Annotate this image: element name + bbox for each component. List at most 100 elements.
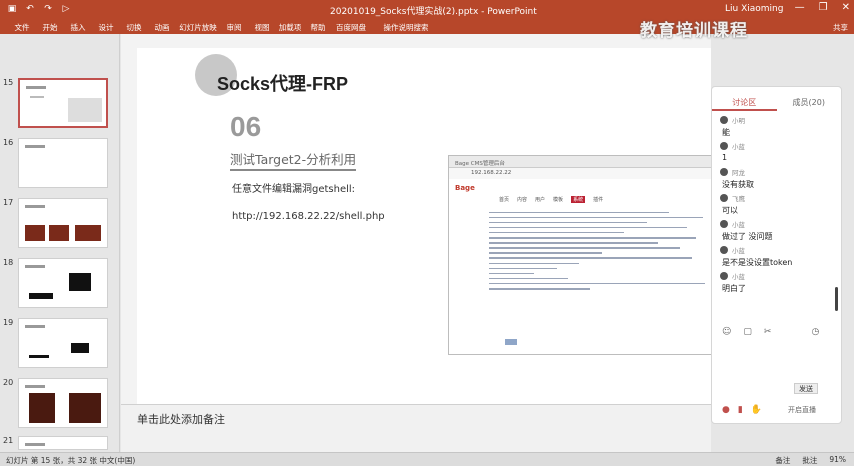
chat-message: 小蓝 做过了 没问题 [720, 219, 830, 245]
undo-icon[interactable]: ↶ [24, 4, 36, 15]
tab-view[interactable]: 视图 [248, 22, 276, 33]
slide-thumbnail[interactable] [18, 198, 108, 248]
hand-icon[interactable]: ✋ [751, 405, 762, 415]
notes-toggle[interactable]: 备注 [775, 455, 790, 466]
tab-home[interactable]: 开始 [36, 22, 64, 33]
avatar [720, 168, 728, 176]
screenshot-nav-item: 首页 [499, 197, 510, 203]
present-icon[interactable]: ▷ [60, 4, 72, 15]
avatar [720, 220, 728, 228]
thumb-number: 21 [3, 436, 14, 445]
screenshot-code-editor [489, 208, 714, 326]
slide-thumbnail[interactable] [18, 378, 108, 428]
tab-animations[interactable]: 动画 [148, 22, 176, 33]
chat-message: 小蓝 1 [720, 141, 830, 167]
save-icon[interactable]: ▣ [6, 4, 18, 15]
comments-toggle[interactable]: 批注 [802, 455, 817, 466]
avatar [720, 272, 728, 280]
current-slide[interactable]: Socks代理-FRP 06 测试Target2-分析利用 任意文件编辑漏洞ge… [137, 48, 718, 404]
thumb-number: 19 [3, 318, 14, 327]
thumb-number: 15 [3, 78, 14, 87]
message-list: 小明 能 小蓝 1 阿龙 没有获取 飞鹰 可以 小蓝 做过了 没问题 小蓝 是不… [720, 115, 830, 297]
tab-discussion[interactable]: 讨论区 [712, 87, 777, 111]
chat-message: 小明 能 [720, 115, 830, 141]
chat-toolbar: ☺ ▢ ✂ ◷ [722, 327, 819, 337]
embedded-screenshot[interactable]: Bage CMS管理后台 192.168.22.22 Bage 首页 内容 用户… [448, 155, 718, 355]
message-author: 小蓝 [732, 143, 745, 151]
screenshot-logo: Bage [455, 184, 475, 192]
tab-transitions[interactable]: 切换 [120, 22, 148, 33]
microphone-icon[interactable]: ● [722, 405, 730, 415]
screenshot-nav-item-active: 系统 [571, 196, 586, 203]
thumb-number: 18 [3, 258, 14, 267]
screenshot-nav-item: 用户 [535, 197, 546, 203]
tab-review[interactable]: 审阅 [220, 22, 248, 33]
tab-slideshow[interactable]: 幻灯片放映 [176, 22, 220, 33]
scissors-icon[interactable]: ✂ [764, 327, 772, 337]
message-author: 阿龙 [732, 169, 745, 177]
message-author: 小蓝 [732, 247, 745, 255]
restore-icon[interactable]: ❐ [819, 2, 828, 13]
status-bar: 幻灯片 第 15 张，共 32 张 中文(中国) 备注 批注 91% [0, 452, 854, 466]
send-button[interactable]: 发送 [794, 383, 818, 394]
image-icon[interactable]: ▢ [743, 327, 752, 337]
tab-baidu[interactable]: 百度网盘 [332, 22, 370, 33]
body-text-url[interactable]: http://192.168.22.22/shell.php [232, 211, 385, 222]
slide-title[interactable]: Socks代理-FRP [217, 70, 348, 96]
slide-position-status: 幻灯片 第 15 张，共 32 张 中文(中国) [6, 456, 136, 465]
slide-subtitle[interactable]: 测试Target2-分析利用 [230, 149, 357, 171]
screenshot-browser-tab: Bage CMS管理后台 [449, 156, 717, 168]
window-controls: — ❐ ✕ [795, 2, 850, 13]
message-author: 小明 [732, 117, 745, 125]
history-icon[interactable]: ◷ [811, 327, 819, 337]
chat-scrollbar[interactable] [835, 287, 838, 311]
avatar [720, 142, 728, 150]
tab-help[interactable]: 帮助 [304, 22, 332, 33]
zoom-level[interactable]: 91% [829, 455, 846, 466]
thumb-number: 16 [3, 138, 14, 147]
screenshot-submit-button [505, 339, 517, 345]
slide-thumbnail[interactable] [18, 436, 108, 450]
tab-members[interactable]: 成员(20) [777, 87, 842, 111]
notes-pane[interactable]: 单击此处添加备注 [121, 404, 711, 452]
slide-thumbnail[interactable] [18, 318, 108, 368]
message-author: 小蓝 [732, 273, 745, 281]
video-icon[interactable]: ▮ [738, 405, 743, 415]
avatar [720, 116, 728, 124]
quick-access-toolbar: ▣ ↶ ↷ ▷ [6, 4, 72, 15]
share-button[interactable]: 共享 [833, 22, 848, 33]
minimize-icon[interactable]: — [795, 2, 805, 13]
body-text-vulnerability[interactable]: 任意文件编辑漏洞getshell: [232, 180, 355, 195]
slide-thumbnail[interactable] [18, 78, 108, 128]
tab-addins[interactable]: 加载项 [276, 22, 304, 33]
slide-thumbnail[interactable] [18, 138, 108, 188]
chat-message: 阿龙 没有获取 [720, 167, 830, 193]
live-label[interactable]: 开启直播 [788, 405, 816, 415]
tab-file[interactable]: 文件 [8, 22, 36, 33]
close-icon[interactable]: ✕ [842, 2, 850, 13]
chat-message: 小蓝 明白了 [720, 271, 830, 297]
slide-thumbnail[interactable] [18, 258, 108, 308]
notes-placeholder[interactable]: 单击此处添加备注 [137, 411, 225, 427]
tell-me-search[interactable]: 操作说明搜索 [370, 22, 442, 33]
message-author: 飞鹰 [732, 195, 745, 203]
document-title: 20201019_Socks代理实战(2).pptx - PowerPoint [330, 7, 537, 17]
message-text: 1 [722, 153, 728, 162]
tab-insert[interactable]: 插入 [64, 22, 92, 33]
section-number[interactable]: 06 [230, 111, 261, 143]
user-name[interactable]: Liu Xiaoming [725, 4, 783, 14]
slide-editing-area: Socks代理-FRP 06 测试Target2-分析利用 任意文件编辑漏洞ge… [121, 34, 718, 404]
message-text: 明白了 [722, 284, 746, 293]
watermark-text: 教育培训课程 [640, 21, 748, 41]
chat-bottom-bar: ● ▮ ✋ 开启直播 [722, 405, 816, 415]
message-author: 小蓝 [732, 221, 745, 229]
avatar [720, 194, 728, 202]
redo-icon[interactable]: ↷ [42, 4, 54, 15]
tab-design[interactable]: 设计 [92, 22, 120, 33]
screenshot-address-bar: 192.168.22.22 [449, 168, 717, 179]
powerpoint-window: ▣ ↶ ↷ ▷ 20201019_Socks代理实战(2).pptx - Pow… [0, 0, 854, 466]
chat-message: 小蓝 是不是没设置token [720, 245, 830, 271]
emoji-icon[interactable]: ☺ [722, 327, 731, 337]
slide-thumbnails-pane: 15 16 17 18 19 20 21 [0, 34, 120, 452]
message-text: 没有获取 [722, 180, 754, 189]
